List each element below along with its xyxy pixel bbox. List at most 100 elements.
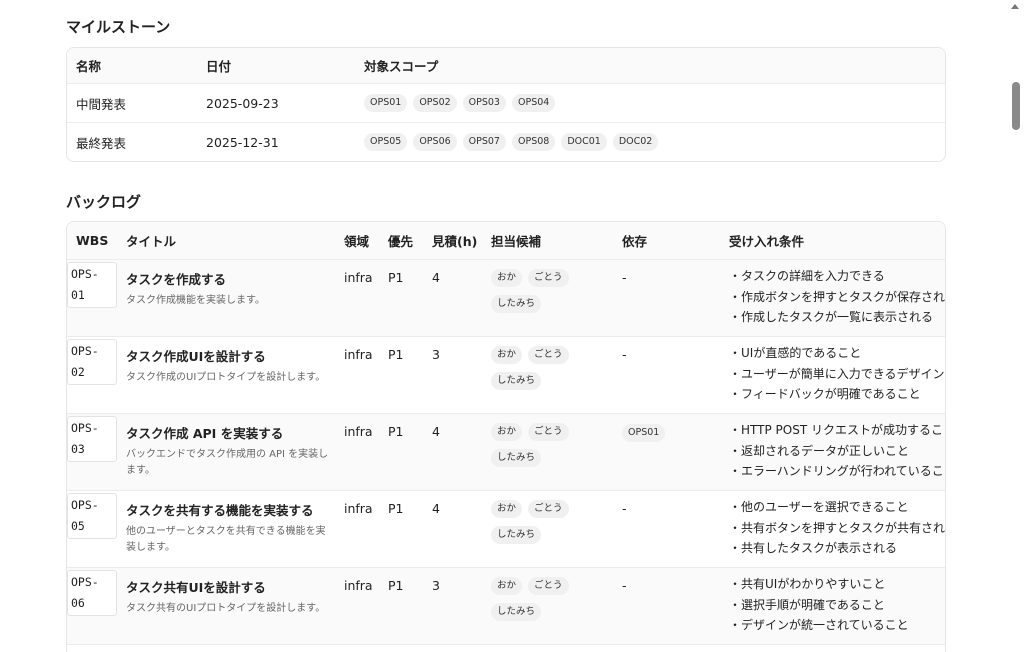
candidates-cell: おか ごとうしたみち	[491, 577, 616, 629]
dependency-none: -	[622, 578, 627, 593]
scope-tag: OPS07	[462, 133, 506, 151]
task-description: タスク共有のUIプロトタイプを設計します。	[126, 603, 326, 614]
area-value: infra	[344, 270, 373, 285]
milestone-name: 中間発表	[76, 96, 127, 112]
table-row: OPS- 01 タスクを作成する タスク作成機能を実装します。 infra P1 4 おかご…	[67, 260, 945, 337]
priority-value: P1	[388, 347, 404, 362]
task-cell: タスクを作成する タスク作成機能を実装します。	[126, 269, 331, 309]
dependency-none: -	[622, 501, 627, 516]
criteria-item: ・選択手順が明確であること	[729, 597, 885, 612]
milestones-header-row: 名称 日付 対象スコープ	[67, 48, 945, 84]
estimate-value: 4	[432, 424, 440, 439]
scope-tag: DOC02	[612, 133, 659, 151]
scope-tag: DOC01	[561, 133, 607, 151]
task-description: タスク作成のUIプロトタイプを設計します。	[126, 372, 326, 383]
criteria-item: ・作成したタスクが一覧に表示される	[729, 310, 934, 324]
milestone-row: 中間発表 2025-09-23 OPS01 OPS02 OPS03 OPS04	[67, 84, 945, 123]
backlog-body: OPS- 01 タスクを作成する タスク作成機能を実装します。 infra P1 4 おかご…	[67, 260, 945, 645]
scope-tag: OPS01	[364, 94, 408, 112]
candidates-cell: おか ごとうしたみち	[491, 423, 616, 475]
milestone-scopes: OPS05 OPS06 OPS07 OPS08 DOC01 DOC02	[364, 123, 664, 161]
scope-tag: OPS02	[413, 94, 457, 112]
criteria-cell: ・HTTP POST リクエストが成功すること ・返却されるデータが正しいこと・エ…	[729, 420, 946, 482]
criteria-item: ・ユーザーが簡単に入力できるデザイン	[729, 366, 945, 381]
criteria-cell: ・UIが直感的であること・ユーザーが簡単に入力できるデザイン ・フィードバックが明…	[729, 343, 945, 405]
candidate-tag: ごとう	[528, 500, 569, 518]
candidate-tag: おか	[491, 346, 523, 364]
wbs-id: OPS- 02	[67, 339, 117, 385]
candidates-cell: おか ごとうしたみち	[491, 500, 616, 552]
header-candidates: 担当候補	[491, 234, 542, 249]
candidate-tag: おか	[491, 423, 523, 441]
candidate-tag: したみち	[491, 449, 542, 467]
header-wbs: WBS	[76, 233, 109, 248]
criteria-item: ・タスクの詳細を入力できる	[729, 269, 885, 283]
table-row: OPS- 02 タスク作成UIを設計する タスク作成のUIプロトタイプを設計します。…	[67, 337, 945, 414]
backlog-title: バックログ	[66, 193, 142, 211]
estimate-value: 3	[432, 578, 440, 593]
task-cell: タスクを共有する機能を実装する他のユーザーとタスクを共有できる機能を実装します。	[126, 500, 331, 556]
estimate-value: 4	[432, 501, 440, 516]
criteria-item: ・UIが直感的であること	[729, 346, 862, 360]
candidate-tag: おか	[491, 577, 523, 595]
table-row: OPS- 03 タスク作成 API を実装する バックエンドでタスク作成用の API…	[67, 414, 945, 491]
milestone-row: 最終発表 2025-12-31 OPS05 OPS06 OPS07 OPS08 DOC01 D…	[67, 123, 945, 161]
task-title: タスク作成UIを設計する	[126, 349, 266, 364]
milestones-table: 名称 日付 対象スコープ 中間発表 2025-09-23 OPS01 OPS02 OPS…	[66, 47, 946, 162]
task-title: タスク作成 API を実装する	[126, 426, 284, 441]
task-description: バックエンドでタスク作成用の API を実装します。	[126, 449, 329, 476]
area-value: infra	[344, 424, 373, 439]
dependency-tag: OPS01	[622, 424, 666, 442]
task-title: タスクを共有する機能を実装する	[126, 503, 314, 518]
criteria-item: ・他のユーザーを選択できること	[729, 500, 909, 514]
wbs-id: OPS- 06	[67, 570, 117, 616]
header-name: 名称	[76, 59, 102, 74]
criteria-item: ・エラーハンドリングが行われていること	[729, 464, 946, 478]
candidates-cell: おか ごとうしたみち	[491, 346, 616, 398]
candidates-cell: おか ごとうしたみち	[491, 269, 616, 321]
milestones-body: 中間発表 2025-09-23 OPS01 OPS02 OPS03 OPS04 最終発表 20…	[67, 84, 945, 161]
dependency-cell: -	[622, 501, 627, 516]
wbs-id: OPS- 05	[67, 493, 117, 539]
dependency-cell: -	[622, 270, 627, 285]
scrollbar-thumb[interactable]	[1012, 82, 1020, 130]
estimate-value: 4	[432, 270, 440, 285]
header-priority: 優先	[388, 234, 414, 249]
criteria-cell: ・共有UIがわかりやすいこと ・選択手順が明確であること ・デザインが統一されている…	[729, 574, 909, 636]
criteria-item: ・HTTP POST リクエストが成功すること	[729, 423, 946, 437]
task-cell: タスク作成UIを設計するタスク作成のUIプロトタイプを設計します。	[126, 346, 331, 386]
area-value: infra	[344, 347, 373, 362]
criteria-item: ・フィードバックが明確であること	[729, 387, 921, 401]
milestone-date: 2025-09-23	[206, 95, 279, 111]
task-cell: タスク作成 API を実装するバックエンドでタスク作成用の API を実装します…	[126, 423, 331, 479]
task-title: タスク共有UIを設計する	[126, 580, 266, 595]
candidate-tag: ごとう	[528, 269, 569, 287]
scroll-up-arrow-icon[interactable]	[1011, 4, 1019, 9]
dependency-cell: -	[622, 578, 627, 593]
vertical-scrollbar[interactable]	[1006, 0, 1024, 640]
milestone-name: 最終発表	[76, 135, 127, 151]
candidate-tag: ごとう	[528, 423, 569, 441]
header-criteria: 受け入れ条件	[729, 234, 805, 249]
criteria-item: ・返却されるデータが正しいこと	[729, 443, 910, 458]
criteria-cell: ・タスクの詳細を入力できる ・作成ボタンを押すとタスクが保存される ・作成したタスク…	[729, 266, 945, 328]
task-description: タスク作成機能を実装します。	[126, 295, 265, 306]
milestone-date: 2025-12-31	[206, 134, 279, 150]
criteria-item: ・共有ボタンを押すとタスクが共有される	[729, 520, 946, 535]
dependency-cell: -	[622, 347, 627, 362]
scope-tag: OPS08	[511, 133, 556, 151]
criteria-item: ・共有したタスクが表示される	[729, 541, 898, 555]
header-estimate: 見積(h)	[432, 234, 478, 249]
criteria-cell: ・他のユーザーを選択できること・共有ボタンを押すとタスクが共有される ・共有したタ…	[729, 497, 946, 559]
dependency-cell: OPS01	[622, 423, 671, 442]
task-description: 他のユーザーとタスクを共有できる機能を実装します。	[126, 526, 326, 553]
milestones-title: マイルストーン	[66, 18, 171, 36]
criteria-item: ・共有UIがわかりやすいこと	[729, 577, 886, 591]
wbs-id: OPS- 01	[67, 262, 117, 308]
priority-value: P1	[388, 270, 404, 285]
candidate-tag: ごとう	[528, 577, 569, 595]
backlog-table: WBS タイトル 領域 優先 見積(h) 担当候補 依存 受け入れ条件 OPS-…	[66, 221, 946, 652]
header-title: タイトル	[126, 234, 177, 249]
candidate-tag: したみち	[491, 372, 542, 390]
candidate-tag: おか	[491, 269, 523, 287]
